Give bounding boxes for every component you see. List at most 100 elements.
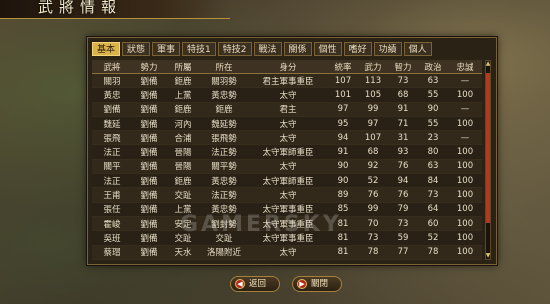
table-row[interactable]: 黃忠 劉備 上黨 黃忠勢 太守 101 105 68 55 100	[92, 87, 482, 103]
table-row[interactable]: 王甫 劉備 交趾 法正勢 太守 89 76 76 73 100	[92, 187, 482, 203]
table-cell: 劉備	[132, 102, 166, 117]
column-header[interactable]: 政治	[418, 60, 448, 74]
table-row[interactable]: 關平 劉備 晉陽 關平勢 太守 90 92 76 63 100	[92, 159, 482, 175]
table-cell: 張飛勢	[200, 130, 248, 146]
table-cell: 晉陽	[166, 159, 200, 175]
table-cell: 90	[328, 173, 358, 189]
table-cell: 79	[388, 202, 418, 217]
table-cell: 100	[448, 159, 482, 175]
table-cell: 法正勢	[200, 144, 248, 160]
table-cell: 太守	[248, 116, 328, 132]
table-cell: 霍峻	[92, 216, 132, 232]
tab-6[interactable]: 關係	[283, 42, 312, 56]
tab-9[interactable]: 功績	[373, 42, 402, 56]
table-cell: 鉅鹿	[166, 173, 200, 189]
table-cell: 92	[358, 159, 388, 175]
table-row[interactable]: 魏延 劉備 河內 魏延勢 太守 95 97 71 55 100	[92, 116, 482, 132]
watermark: GAMERSKY	[180, 212, 342, 237]
table-cell: 55	[418, 87, 448, 103]
table-cell: 劉備	[132, 187, 166, 203]
table-cell: 63	[418, 159, 448, 175]
table-cell: 100	[448, 144, 482, 160]
table-row[interactable]: 劉備 劉備 鉅鹿 鉅鹿 君主 97 99 91 90—	[92, 102, 482, 117]
close-button[interactable]: ▶ 關閉	[292, 276, 342, 292]
table-cell: 91	[388, 102, 418, 117]
tab-7[interactable]: 個性	[313, 42, 342, 56]
table-cell: 91	[328, 144, 358, 160]
tab-1[interactable]: 狀態	[122, 42, 151, 56]
table-cell: 太守	[248, 187, 328, 203]
table-cell: 78	[358, 245, 388, 260]
table-row[interactable]: 關羽 劉備 鉅鹿 關羽勢 君主軍事重臣 107 113 73 63—	[92, 73, 482, 89]
table-cell: 68	[358, 144, 388, 160]
table-cell: 劉備	[132, 130, 166, 146]
table-row[interactable]: 蔡瑁 劉備 天水 洛陽附近 太守 81 78 77 78 100	[92, 245, 482, 260]
column-header[interactable]: 勢力	[132, 60, 166, 74]
column-header[interactable]: 所屬	[166, 60, 200, 74]
table-cell: 魏延	[92, 116, 132, 132]
table-cell: 天水	[166, 245, 200, 260]
table-cell: 80	[418, 144, 448, 160]
table-cell: 100	[448, 173, 482, 189]
table-cell: 84	[418, 173, 448, 189]
column-header[interactable]: 智力	[388, 60, 418, 74]
table-cell: 太守	[248, 130, 328, 146]
tab-2[interactable]: 軍事	[152, 42, 181, 56]
column-header[interactable]: 統率	[328, 60, 358, 74]
tab-5[interactable]: 戰法	[253, 42, 282, 56]
table-cell: 107	[358, 130, 388, 146]
table-cell: 81	[328, 245, 358, 260]
table-cell: 68	[388, 87, 418, 103]
tab-3[interactable]: 特技1	[182, 42, 216, 56]
table-cell: 鉅鹿	[166, 73, 200, 89]
table-row[interactable]: 張飛 劉備 合浦 張飛勢 太守 94 107 31 23—	[92, 130, 482, 146]
table-header-row: 武將 勢力 所屬 所在 身分 統率 武力 智力 政治 忠誠	[92, 60, 482, 74]
table-cell: 70	[358, 216, 388, 232]
scroll-down-arrow-icon[interactable]: ▼	[485, 253, 491, 259]
table-cell: 77	[388, 245, 418, 260]
table-cell: 99	[358, 202, 388, 217]
table-cell: 君主軍事重臣	[248, 73, 328, 89]
table-cell: 劉備	[92, 102, 132, 117]
tab-4[interactable]: 特技2	[217, 42, 252, 56]
table-cell: —	[448, 73, 482, 89]
column-header[interactable]: 所在	[200, 60, 248, 74]
table-row[interactable]: 法正 劉備 鉅鹿 黃忠勢 太守軍師重臣 90 52 94 84 100	[92, 173, 482, 189]
scroll-thumb[interactable]	[486, 73, 490, 223]
table-cell: 23	[418, 130, 448, 146]
back-button[interactable]: ◀ 返回	[230, 276, 280, 292]
table-cell: 劉備	[132, 216, 166, 232]
table-cell: 王甫	[92, 187, 132, 203]
table-cell: 76	[388, 159, 418, 175]
table-cell: 鉅鹿	[166, 102, 200, 117]
table-cell: 99	[358, 102, 388, 117]
tab-bar: 基本 狀態 軍事 特技1 特技2 戰法 關係 個性 嗜好 功績 個人	[92, 42, 432, 56]
column-header[interactable]: 武力	[358, 60, 388, 74]
table-cell: 100	[448, 245, 482, 260]
table-cell: 君主	[248, 102, 328, 117]
table-cell: 張飛	[92, 130, 132, 146]
table-cell: 95	[328, 116, 358, 132]
table-cell: 100	[448, 116, 482, 132]
table-row[interactable]: 法正 劉備 晉陽 法正勢 太守軍師重臣 91 68 93 80 100	[92, 144, 482, 160]
table-cell: 關羽	[92, 73, 132, 89]
table-cell: 73	[388, 216, 418, 232]
column-header[interactable]: 武將	[92, 60, 132, 74]
table-cell: 蔡瑁	[92, 245, 132, 260]
table-cell: 90	[418, 102, 448, 117]
table-cell: 97	[358, 116, 388, 132]
table-cell: 113	[358, 73, 388, 89]
table-cell: 關平勢	[200, 159, 248, 175]
table-cell: 黃忠勢	[200, 87, 248, 103]
tab-10[interactable]: 個人	[403, 42, 432, 56]
scrollbar[interactable]: ▲ ▼	[485, 60, 491, 260]
table-cell: 法正	[92, 144, 132, 160]
table-cell: 劉備	[132, 116, 166, 132]
column-header[interactable]: 身分	[248, 60, 328, 74]
column-header[interactable]: 忠誠	[448, 60, 482, 74]
table-cell: 黃忠勢	[200, 173, 248, 189]
scroll-up-arrow-icon[interactable]: ▲	[485, 61, 491, 67]
close-button-label: 關閉	[311, 279, 329, 289]
tab-8[interactable]: 嗜好	[343, 42, 372, 56]
tab-0[interactable]: 基本	[92, 42, 121, 56]
